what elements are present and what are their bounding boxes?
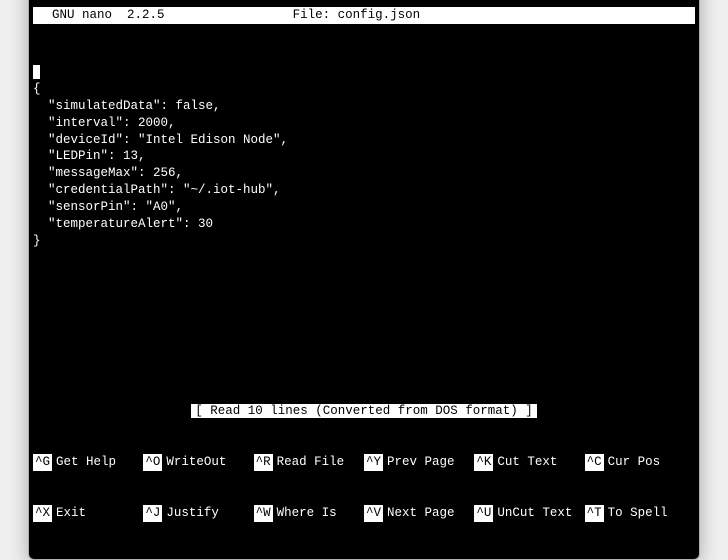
code-line: "interval": 2000, xyxy=(33,116,176,130)
shortcuts-row-2: ^XExit ^JJustify ^WWhere Is ^VNext Page … xyxy=(33,505,695,522)
shortcut-exit: ^XExit xyxy=(33,505,143,522)
shortcut-prev-page: ^YPrev Page xyxy=(364,454,474,471)
editor-content[interactable]: { "simulatedData": false, "interval": 20… xyxy=(33,64,695,250)
shortcut-where-is: ^WWhere Is xyxy=(254,505,364,522)
shortcuts-row-1: ^GGet Help ^OWriteOut ^RRead File ^YPrev… xyxy=(33,454,695,471)
shortcut-cut-text: ^KCut Text xyxy=(474,454,584,471)
terminal-viewport[interactable]: GNU nano 2.2.5 File: config.json { "simu… xyxy=(29,0,699,559)
code-line: "temperatureAlert": 30 xyxy=(33,217,213,231)
shortcut-uncut-text: ^UUnCut Text xyxy=(474,505,584,522)
status-message: [ Read 10 lines (Converted from DOS form… xyxy=(191,404,537,418)
shortcut-to-spell: ^TTo Spell xyxy=(585,505,695,522)
terminal-window: 1. ssh GNU nano 2.2.5 File: config.json … xyxy=(28,0,700,560)
code-line: "deviceId": "Intel Edison Node", xyxy=(33,133,288,147)
status-row: [ Read 10 lines (Converted from DOS form… xyxy=(33,403,695,420)
code-line: "credentialPath": "~/.iot-hub", xyxy=(33,183,281,197)
shortcut-next-page: ^VNext Page xyxy=(364,505,474,522)
shortcut-justify: ^JJustify xyxy=(143,505,253,522)
shortcut-get-help: ^GGet Help xyxy=(33,454,143,471)
code-line: } xyxy=(33,234,41,248)
code-line: "simulatedData": false, xyxy=(33,99,221,113)
nano-header: GNU nano 2.2.5 File: config.json xyxy=(33,7,695,24)
code-line: { xyxy=(33,82,41,96)
cursor xyxy=(33,65,40,79)
shortcut-writeout: ^OWriteOut xyxy=(143,454,253,471)
code-line: "LEDPin": 13, xyxy=(33,149,146,163)
code-line: "sensorPin": "A0", xyxy=(33,200,183,214)
shortcut-cur-pos: ^CCur Pos xyxy=(585,454,695,471)
code-line: "messageMax": 256, xyxy=(33,166,183,180)
nano-app-label: GNU nano 2.2.5 xyxy=(33,7,169,24)
nano-file-label: File: config.json xyxy=(289,7,695,24)
shortcut-read-file: ^RRead File xyxy=(254,454,364,471)
